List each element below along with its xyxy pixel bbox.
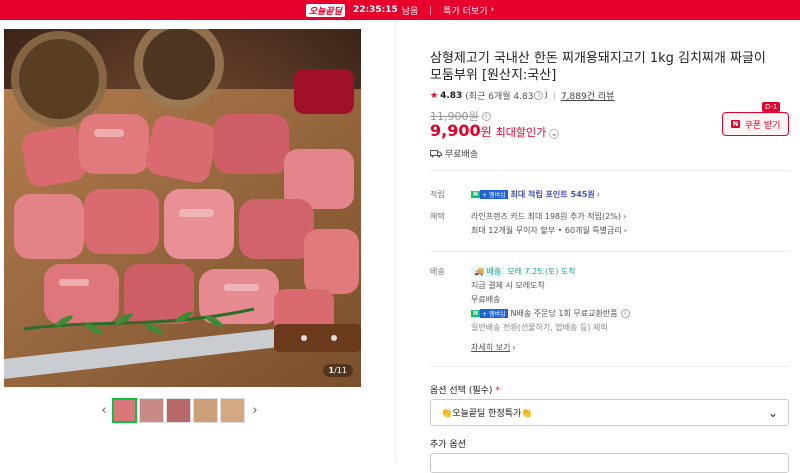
image-counter: 1/11 (322, 364, 353, 377)
chevron-down-icon: ⌄ (767, 405, 778, 420)
delivery-badge: 🚚 배송 (471, 266, 505, 277)
free-shipping-label: 무료배송 (445, 150, 479, 160)
additional-option-select[interactable] (430, 453, 789, 473)
product-title: 삼형제고기 국내산 한돈 찌개용돼지고기 1kg 김치찌개 짜글이 모둠부위 [… (430, 51, 766, 83)
perks-label: 혜택 (430, 212, 445, 221)
perk-installment[interactable]: 최대 12개월 무이자 할부 • 60개월 특별금리 (471, 225, 622, 236)
option-select-label: 옵션 선택 (필수) * (430, 386, 500, 396)
delivery-more-link[interactable]: 자세히 보기 › (471, 342, 516, 353)
thumbnail-strip: ‹ › (96, 398, 263, 423)
rating-divider (553, 91, 555, 100)
chevron-down-icon[interactable]: ⌄ (549, 129, 560, 139)
thumbnail-4[interactable] (193, 398, 218, 423)
star-icon: ★ (430, 90, 439, 101)
points-row: 적립 N + 멤버십 최대 적립 포인트 545원 › (430, 189, 600, 200)
thumbnail-1[interactable] (112, 398, 137, 423)
option-select[interactable]: 👏오늘끝딜 한정특가👏 ⌄ (430, 399, 789, 426)
countdown-suffix: 남음 (401, 6, 419, 17)
thumbnail-5[interactable] (220, 398, 245, 423)
pork-image-illustration (4, 29, 361, 387)
points-label: 적립 (430, 190, 445, 199)
rating-row: ★ 4.83 (최근 6개월 4.83 i ) 7,889건 리뷰 (430, 89, 614, 103)
rating-value: 4.83 (440, 90, 463, 101)
more-deals-label: 특가 더보기 (443, 6, 488, 17)
info-icon[interactable]: i (481, 111, 491, 121)
main-product-image[interactable]: 1/11 (4, 29, 361, 387)
truck-icon (430, 149, 442, 157)
coupon-button[interactable]: N 쿠폰 받기 (722, 112, 789, 136)
perks-row: 혜택 라인프렌즈 카드 최대 198원 추가 적립(2%) › (430, 211, 626, 222)
perks-row-2: 최대 12개월 무이자 할부 • 60개월 특별금리 › (471, 225, 627, 236)
chevron-left-icon[interactable]: ‹ (96, 403, 112, 418)
chevron-right-icon[interactable]: › (623, 212, 626, 221)
chevron-right-icon[interactable]: › (624, 226, 627, 235)
npay-badge: N + 멤버십 (471, 190, 508, 199)
section-divider (430, 366, 790, 367)
delivery-row: 배송 🚚 배송 모레 7.25.(토) 도착 (430, 266, 576, 277)
points-value: 545원 (570, 190, 595, 199)
option-selected-value: 👏오늘끝딜 한정특가👏 (441, 409, 533, 419)
npay-badge: N + 멤버십 (471, 309, 508, 318)
rating-detail-close: ) (544, 90, 548, 101)
info-icon[interactable]: i (534, 91, 544, 100)
npay-return-row: N + 멤버십 N배송 주문당 1회 무료교환반품 i (471, 308, 630, 319)
thumbnail-2[interactable] (139, 398, 164, 423)
promo-divider (430, 5, 432, 15)
price-unit: 원 (480, 125, 492, 139)
column-divider (395, 20, 396, 462)
section-divider (430, 251, 790, 252)
delivery-excluded: 일반배송 전환(선물하기, 합배송 등) 제외 (471, 323, 608, 332)
promo-bar: 오늘끝딜 22:35:15 남음 특가 더보기 › (0, 0, 800, 20)
chevron-right-icon[interactable]: › (247, 403, 263, 418)
additional-option-label: 추가 옵션 (430, 440, 466, 450)
thumbnail-3[interactable] (166, 398, 191, 423)
npay-return-text: N배송 주문당 1회 무료교환반품 (510, 309, 618, 318)
delivery-label: 배송 (430, 267, 445, 276)
promo-brand-logo: 오늘끝딜 (305, 3, 345, 17)
points-text[interactable]: 최대 적립 포인트 (511, 189, 568, 200)
delivery-note: 지금 결제 시 모레도착 (471, 281, 545, 290)
coupon-label: 쿠폰 받기 (744, 120, 781, 131)
info-icon[interactable]: i (620, 309, 630, 318)
coupon-deadline-badge: D-1 (762, 102, 781, 112)
delivery-arrival: 모레 7.25.(토) 도착 (507, 267, 576, 276)
free-shipping-row: 무료배송 (430, 147, 478, 160)
chevron-right-icon: › (512, 343, 516, 352)
naver-n-icon: N (730, 120, 741, 128)
best-discount-label[interactable]: 최대할인가 (496, 124, 547, 140)
rating-detail: (최근 6개월 4.83 (465, 92, 534, 102)
section-divider (430, 170, 790, 171)
price-row: 9,900 원 최대할인가 ⌄ (430, 121, 560, 140)
delivery-fee: 무료배송 (471, 295, 501, 304)
chevron-right-icon: › (490, 5, 495, 15)
review-count-link[interactable]: 7,889건 리뷰 (561, 89, 614, 102)
more-deals-link[interactable]: 특가 더보기 › (443, 4, 494, 17)
sale-price: 9,900 (430, 121, 481, 140)
perk-card[interactable]: 라인프렌즈 카드 최대 198원 추가 적립(2%) (471, 211, 621, 222)
countdown-timer: 22:35:15 (352, 5, 398, 15)
chevron-right-icon[interactable]: › (597, 190, 600, 199)
